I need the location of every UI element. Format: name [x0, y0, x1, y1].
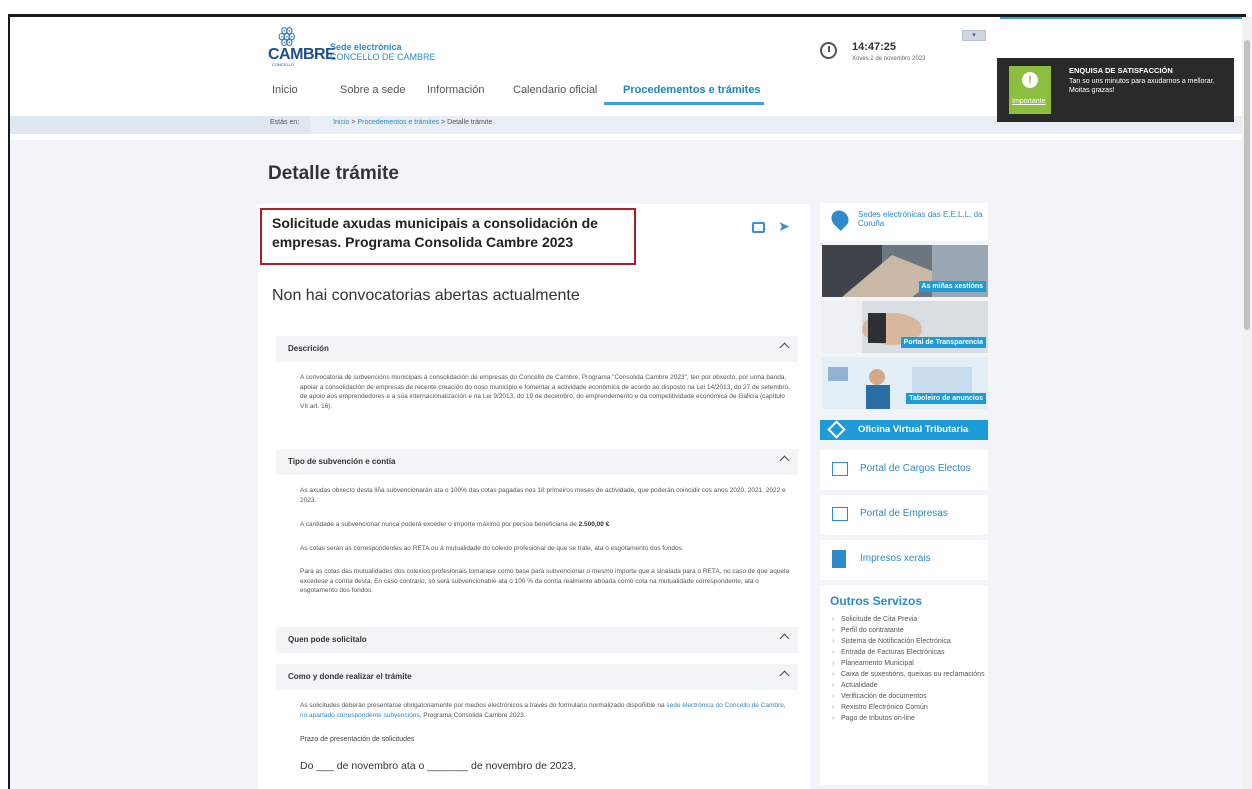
clock-icon: [820, 42, 837, 59]
send-icon[interactable]: ➤: [778, 218, 790, 235]
building-icon: [832, 507, 848, 521]
portal-cargos-electos-link[interactable]: Portal de Cargos Electos: [820, 450, 988, 490]
diamond-icon: [827, 420, 846, 439]
chevron-up-icon[interactable]: [779, 342, 790, 353]
service-link[interactable]: Sistema de Notificación Electrónica: [832, 636, 987, 647]
max-amount-text: A cantidade a subvencionar nunca poderá …: [300, 521, 577, 528]
nav-item-informacion[interactable]: Información: [427, 84, 484, 96]
section-title: Quen pode solicitalo: [288, 635, 367, 644]
nav-item-calendario[interactable]: Calendario oficial: [513, 84, 597, 96]
link-label: Impresos xerais: [860, 553, 931, 564]
important-label[interactable]: Importante: [1012, 98, 1045, 105]
breadcrumb-current: Detalle trámite: [447, 119, 493, 126]
subvencion-paragraph-1: As axudas obxecto desta liña subvenciona…: [300, 487, 786, 504]
survey-thanks: Moitas grazas!: [1069, 87, 1115, 94]
site-title[interactable]: Sede electrónica: [330, 42, 402, 52]
alert-icon: !: [1022, 72, 1038, 88]
como-donde-text-end: , Programa Consolida Cambre 2023.: [419, 711, 526, 719]
link-label: Portal de Empresas: [860, 508, 948, 519]
section-title: Como y donde realizar el trámite: [288, 672, 412, 681]
nav-item-procedementos[interactable]: Procedementos e trámites: [623, 84, 761, 96]
ovt-label: Oficina Virtual Tributaria: [858, 424, 969, 435]
window-left-border: [8, 17, 10, 789]
subvencion-paragraph-2: A cantidade a subvencionar nunca poderá …: [300, 520, 790, 530]
nav-item-inicio[interactable]: Inicio: [272, 84, 298, 96]
print-icon[interactable]: [752, 222, 765, 233]
section-tipo-subvencion-header[interactable]: Tipo de subvención e contía: [276, 449, 798, 475]
promo-label: As miñas xestións: [918, 281, 986, 292]
logo-subtext: CONCELLO: [272, 62, 295, 67]
portal-empresas-link[interactable]: Portal de Empresas: [820, 495, 988, 535]
promo-transparencia[interactable]: Portal de Transparencia: [822, 301, 988, 353]
sedes-link[interactable]: Sedes electrónicas das E.E.L.L. da Coruñ…: [858, 210, 986, 228]
promo-taboleiro[interactable]: Taboleiro de anuncios: [822, 357, 988, 409]
impresos-xerais-link[interactable]: Impresos xerais: [820, 540, 988, 580]
page-title: Detalle trámite: [268, 163, 399, 184]
max-amount-value: 2.500,00 €: [578, 521, 610, 528]
como-donde-text: As solicitudes deberán presentarse obrig…: [300, 702, 665, 709]
nav-item-sobre-a-sede[interactable]: Sobre a sede: [340, 84, 405, 96]
deadline-text: Do ___ de novembro ata o _______ de nove…: [300, 760, 577, 772]
flag-icon: ▾: [972, 32, 976, 39]
chevron-up-icon[interactable]: [779, 633, 790, 644]
section-descricion-header[interactable]: Descrición: [276, 336, 798, 362]
chevron-up-icon[interactable]: [779, 670, 790, 681]
procedure-title: Solicitude axudas municipais a consolida…: [272, 215, 598, 250]
survey-message: Tan so uns minutos para axudarnos a mell…: [1069, 78, 1215, 85]
service-link[interactable]: Pago de tributos on-line: [832, 713, 987, 724]
survey-text: Tan so uns minutos para axudarnos a mell…: [1069, 77, 1229, 95]
search-doc-icon: [832, 462, 848, 476]
cambre-logo[interactable]: ꙮ CAMBRE CONCELLO: [268, 25, 336, 67]
current-time: 14:47:25: [852, 41, 897, 53]
section-title: Tipo de subvención e contía: [288, 457, 396, 466]
section-title: Descrición: [288, 344, 329, 353]
breadcrumb-label: Estás en:: [270, 119, 300, 126]
breadcrumb-procedementos[interactable]: Procedementos e trámites: [357, 119, 439, 126]
site-subtitle[interactable]: CONCELLO DE CAMBRE: [330, 52, 436, 62]
section-quen-pode-header[interactable]: Quen pode solicitalo: [276, 627, 798, 653]
prazo-label: Prazo de presentación de solicitudes: [300, 736, 415, 743]
service-link[interactable]: Perfil do contratante: [832, 625, 987, 636]
window-top-accent: [1000, 17, 1246, 19]
scrollbar-thumb[interactable]: [1244, 40, 1250, 330]
outros-servizos-list: Solicitude de Cita Previa Perfil do cont…: [832, 614, 987, 724]
link-label: Portal de Cargos Electos: [860, 463, 971, 474]
subvencion-paragraph-3: As cotas serán as correspondentes ao RET…: [300, 545, 684, 552]
service-link[interactable]: Entrada de Facturas Electrónicas: [832, 647, 987, 658]
document-icon: [832, 550, 846, 568]
current-date: Xoves 2 de novembro 2023: [852, 56, 926, 62]
chevron-up-icon[interactable]: [779, 455, 790, 466]
service-link[interactable]: Planeamento Municipal: [832, 658, 987, 669]
promo-label: Portal de Transparencia: [900, 337, 986, 348]
oficina-virtual-tributaria-button[interactable]: Oficina Virtual Tributaria: [820, 420, 988, 440]
promo-mis-xestions[interactable]: As miñas xestións: [822, 245, 988, 297]
section-como-donde-header[interactable]: Como y donde realizar el trámite: [276, 664, 798, 690]
promo-label: Taboleiro de anuncios: [906, 393, 986, 404]
como-donde-paragraph: As solicitudes deberán presentarse obrig…: [300, 701, 790, 720]
breadcrumb-separator: >: [351, 119, 356, 126]
no-open-calls-message: Non hai convocatorias abertas actualment…: [272, 287, 580, 304]
outros-servizos-title: Outros Servizos: [830, 594, 923, 608]
breadcrumb-inicio[interactable]: Inicio: [333, 119, 349, 126]
language-selector[interactable]: ▾: [962, 30, 986, 41]
service-link[interactable]: Verificación de documentos: [832, 691, 987, 702]
service-link[interactable]: Solicitude de Cita Previa: [832, 614, 987, 625]
service-link[interactable]: Rexistro Electrónico Común: [832, 702, 987, 713]
nav-active-indicator: [604, 102, 764, 105]
breadcrumb-separator: >: [441, 119, 446, 126]
subvencion-paragraph-4: Para as cotas das mutualidades dos colex…: [300, 568, 790, 594]
service-link[interactable]: Actualidade: [832, 680, 987, 691]
breadcrumb-band-left: [10, 116, 310, 134]
section-descricion-text: A convocatoria de subvencións municipais…: [300, 374, 790, 410]
service-link[interactable]: Caixa de suxestións, queixas ou reclamac…: [832, 669, 987, 680]
logo-symbol-icon: ꙮ: [278, 25, 296, 47]
breadcrumb: Estás en: Inicio > Procedementos e trámi…: [270, 119, 492, 126]
survey-title: ENQUISA DE SATISFACCIÓN: [1069, 66, 1173, 75]
